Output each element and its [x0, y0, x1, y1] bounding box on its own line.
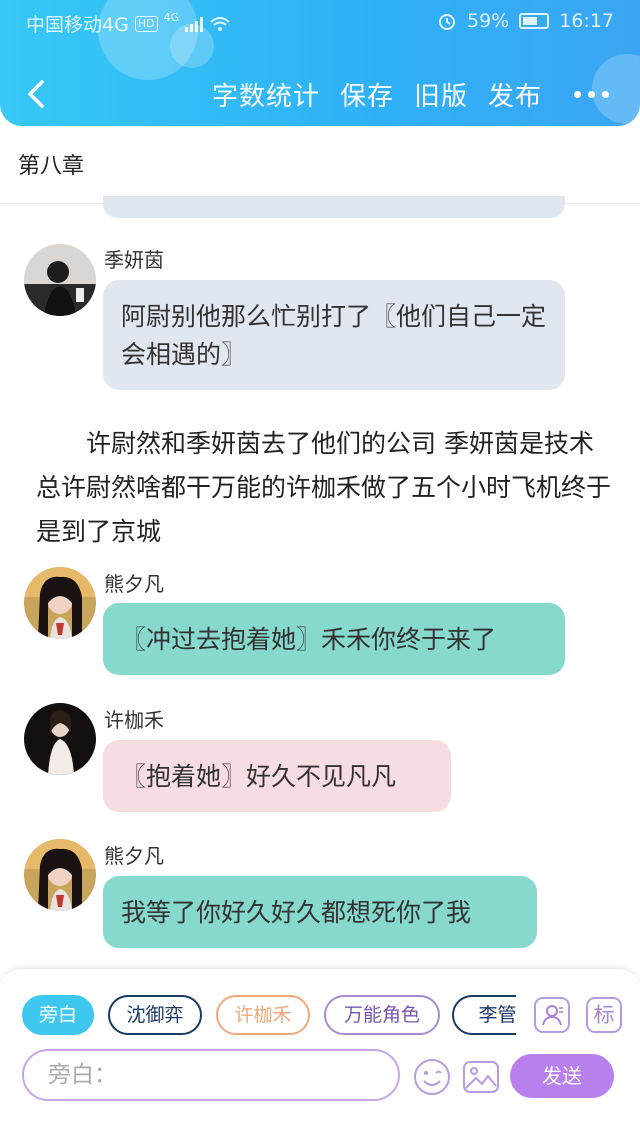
avatar-image — [24, 839, 96, 911]
carrier-label: 中国移动4G — [26, 14, 129, 36]
wifi-icon — [210, 16, 230, 31]
avatar-image — [24, 567, 96, 639]
message-bubble[interactable]: 〖冲过去抱着她〗禾禾你终于来了 — [103, 603, 565, 675]
avatar[interactable] — [24, 839, 96, 911]
word-count-button[interactable]: 字数统计 — [212, 76, 320, 113]
old-version-button[interactable]: 旧版 — [414, 76, 468, 113]
speaker-name: 熊夕凡 — [104, 572, 164, 596]
role-selector: 旁白 沈御弈 许枷禾 万能角色 李管家 — [22, 995, 516, 1039]
message-bubble[interactable]: 我等了你好久好久都想死你了我 — [103, 876, 537, 948]
role-chip[interactable]: 许枷禾 — [216, 995, 310, 1035]
clock-time: 16:17 — [559, 10, 614, 32]
back-arrow-icon[interactable] — [22, 76, 52, 112]
role-chip[interactable]: 李管家 — [452, 995, 516, 1035]
publish-button[interactable]: 发布 — [488, 76, 542, 113]
battery-icon — [519, 13, 550, 29]
avatar-image — [24, 703, 96, 775]
image-icon[interactable] — [462, 1058, 500, 1096]
avatar[interactable] — [24, 244, 96, 316]
emoji-icon[interactable] — [412, 1057, 452, 1097]
chapter-title[interactable]: 第八章 — [18, 148, 84, 180]
top-header: 中国移动4G HD 4G 59% 16:17 字数统计 保存 旧版 发布 — [0, 0, 640, 126]
person-icon — [542, 1005, 563, 1026]
status-bar: 中国移动4G HD 4G 59% 16:17 — [0, 0, 640, 44]
narration-text[interactable]: 许尉然和季妍茵去了他们的公司 季妍茵是技术总许尉然啥都干万能的许枷禾做了五个小时… — [36, 422, 616, 554]
message-input[interactable] — [48, 1059, 378, 1091]
nav-actions: 字数统计 保存 旧版 发布 — [212, 76, 542, 113]
signal-icon — [185, 16, 204, 32]
send-button[interactable]: 发送 — [510, 1054, 614, 1098]
speaker-name: 季妍茵 — [104, 248, 164, 272]
speaker-name: 许枷禾 — [104, 708, 164, 732]
tag-button[interactable]: 标 — [586, 997, 622, 1033]
battery-percent: 59% — [467, 10, 510, 32]
role-chip[interactable]: 万能角色 — [324, 995, 440, 1035]
avatar[interactable] — [24, 703, 96, 775]
message-input-wrapper — [22, 1049, 400, 1101]
message-bubble[interactable]: 〖抱着她〗好久不见凡凡 — [103, 740, 451, 812]
alarm-icon — [439, 14, 455, 30]
more-menu-icon[interactable] — [574, 84, 614, 104]
message-bubble[interactable]: 阿尉别他那么忙别打了〖他们自己一定会相遇的〗 — [103, 280, 565, 390]
hd-badge: HD — [134, 15, 158, 32]
role-chip[interactable]: 沈御弈 — [108, 995, 202, 1035]
nav-bar: 字数统计 保存 旧版 发布 — [0, 68, 640, 118]
speaker-name: 熊夕凡 — [104, 844, 164, 868]
avatar-image — [24, 244, 96, 316]
avatar[interactable] — [24, 567, 96, 639]
previous-message-bubble — [103, 196, 565, 218]
network-label: 4G — [163, 11, 180, 24]
save-button[interactable]: 保存 — [340, 76, 394, 113]
role-chip-narrator[interactable]: 旁白 — [22, 995, 94, 1035]
role-manage-icon[interactable] — [534, 997, 570, 1033]
